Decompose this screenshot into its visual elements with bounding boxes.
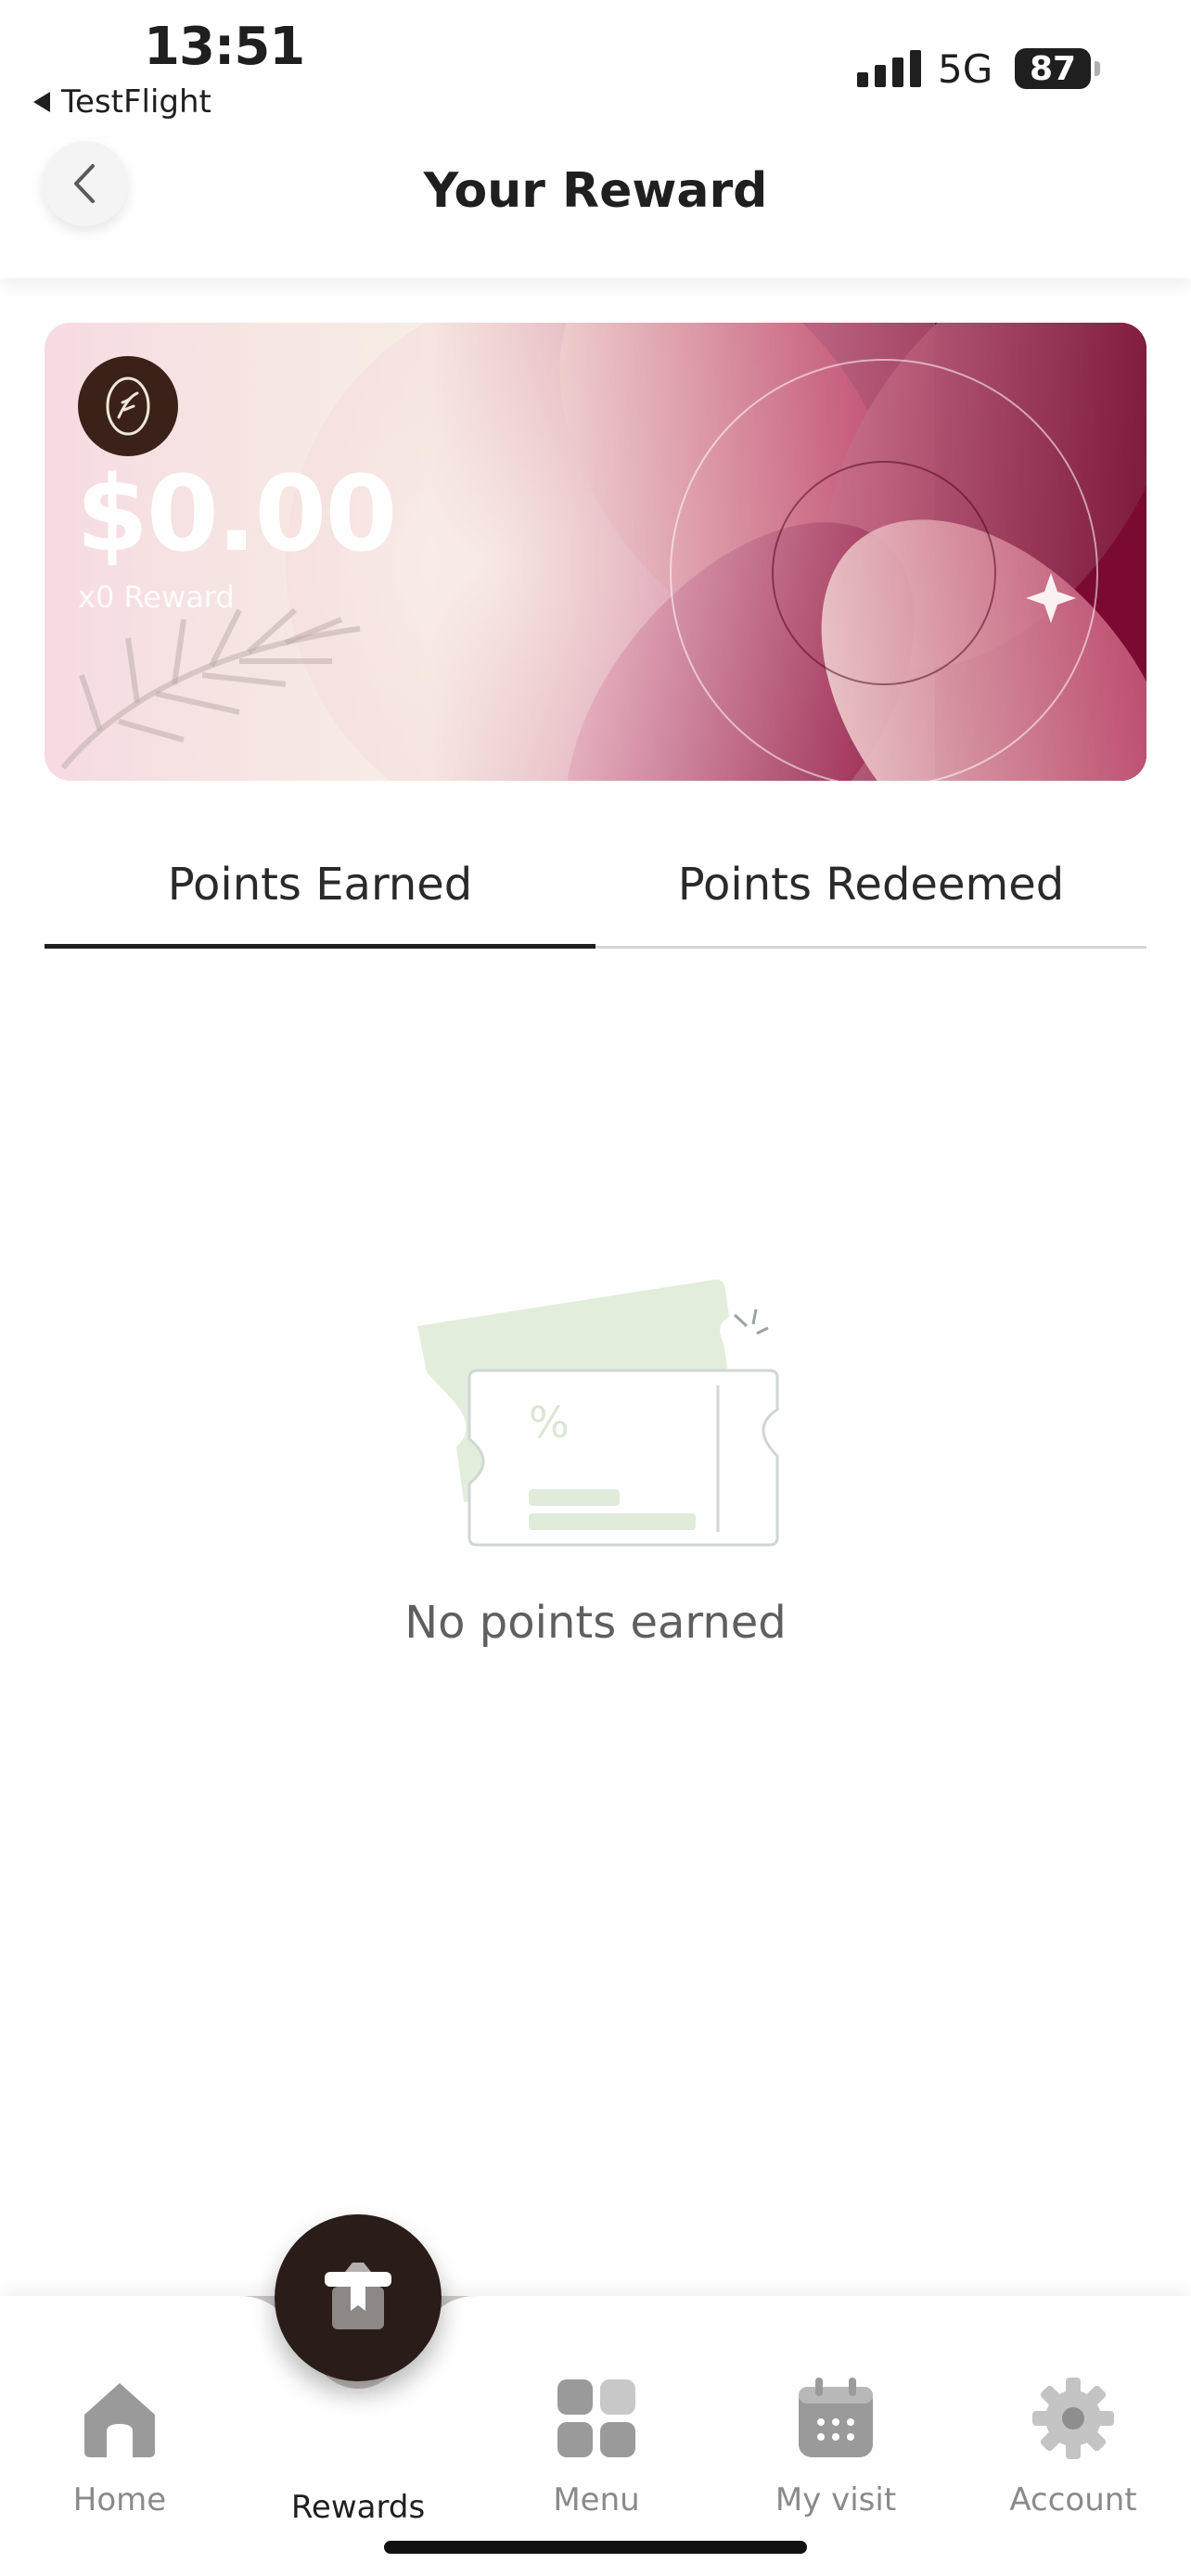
battery-icon: 87 [1015,48,1091,89]
reward-amount: $0.00 [76,454,397,575]
empty-state-message: No points earned [404,1597,787,1649]
signal-icon [857,50,921,87]
nav-label-home: Home [72,2481,167,2519]
nav-item-home[interactable]: Home [27,2374,212,2519]
nav-item-rewards[interactable]: Rewards [265,2374,451,2526]
nav-item-my-visit[interactable]: My visit [743,2374,928,2519]
tab-points-redeemed[interactable]: Points Redeemed [596,859,1146,911]
nav-item-account[interactable]: Account [980,2374,1166,2519]
gear-icon [1032,2378,1114,2459]
nav-label-account: Account [1009,2481,1137,2519]
back-app-label: TestFlight [61,83,211,121]
nav-label-menu: Menu [553,2481,640,2519]
battery-nub [1095,61,1100,76]
reward-count: x0 Reward [78,580,235,615]
active-tab-indicator [45,944,596,949]
nav-item-menu[interactable]: Menu [504,2374,689,2519]
ticket-icon: % [408,1270,788,1562]
gift-icon [325,2263,391,2329]
nav-label-my-visit: My visit [775,2481,897,2519]
status-time: 13:51 [144,17,305,77]
rewards-fab-button[interactable] [275,2214,442,2381]
nav-label-rewards: Rewards [290,2489,426,2526]
back-to-app-link[interactable]: TestFlight [33,83,211,121]
tab-points-earned[interactable]: Points Earned [45,859,596,911]
brand-logo [78,356,178,456]
page-title: Your Reward [423,163,768,219]
home-icon [84,2383,155,2457]
network-type: 5G [938,46,993,92]
calendar-icon [799,2378,873,2457]
home-indicator[interactable] [384,2541,807,2554]
grid-icon [557,2379,635,2457]
logo-emblem-icon [106,376,150,436]
back-triangle-icon [33,92,50,112]
svg-text:%: % [529,1397,570,1447]
